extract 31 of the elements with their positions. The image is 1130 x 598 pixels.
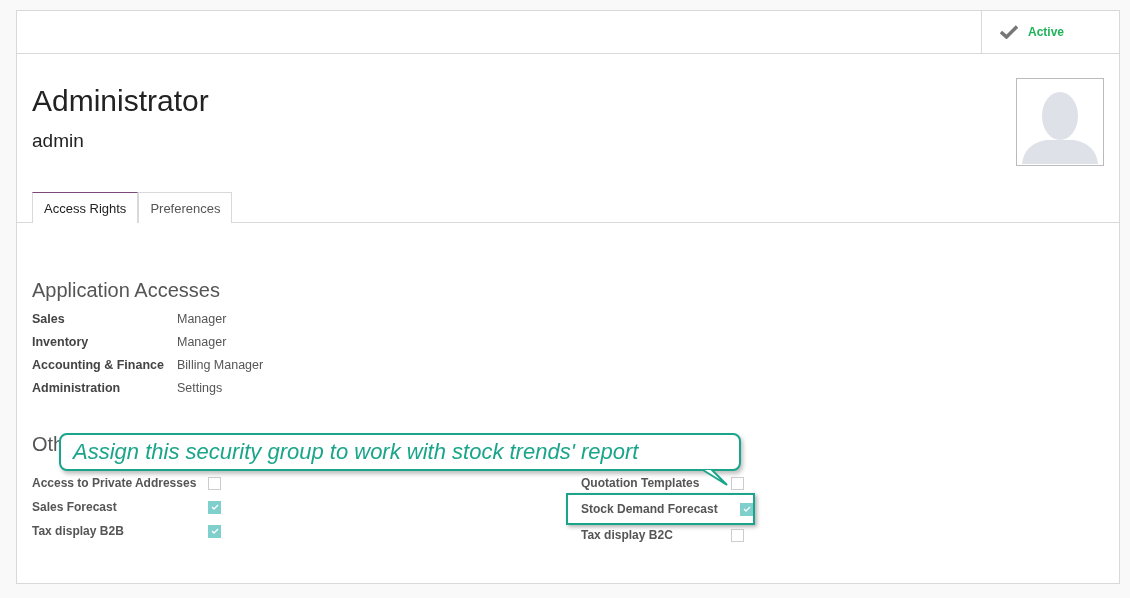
section-title: Application Accesses: [32, 279, 221, 303]
checkbox[interactable]: [208, 500, 221, 514]
checkbox[interactable]: [731, 476, 744, 490]
check-icon: [210, 528, 219, 534]
tab[interactable]: Access Rights: [32, 192, 139, 223]
field-value: Settings: [177, 380, 223, 395]
check-icon: [210, 504, 219, 510]
field-value: Manager: [177, 311, 227, 326]
field-label: Sales: [32, 311, 66, 326]
field-label: Tax display B2C: [581, 528, 673, 542]
check-icon: [1000, 25, 1018, 39]
field-value: Billing Manager: [177, 357, 264, 372]
field-label: Access to Private Addresses: [32, 476, 198, 490]
field-label: Inventory: [32, 334, 90, 349]
user-login: admin: [32, 130, 85, 152]
field-label: Stock Demand Forecast: [581, 502, 718, 516]
checkbox[interactable]: [740, 502, 753, 516]
field-value: Manager: [177, 334, 227, 349]
tab[interactable]: Preferences: [138, 192, 233, 223]
field-label: Sales Forecast: [32, 500, 118, 514]
field-label: Accounting & Finance: [32, 357, 165, 372]
checkbox[interactable]: [208, 524, 221, 538]
check-icon: [742, 506, 751, 512]
callout-pointer: [701, 469, 729, 487]
avatar-icon[interactable]: [1016, 78, 1104, 166]
user-name: Administrator: [32, 84, 209, 118]
checkbox[interactable]: [208, 476, 221, 490]
field-label: Tax display B2B: [32, 524, 125, 538]
checkbox[interactable]: [731, 528, 744, 542]
field-label: Quotation Templates: [581, 476, 700, 490]
field-label: Administration: [32, 380, 122, 395]
